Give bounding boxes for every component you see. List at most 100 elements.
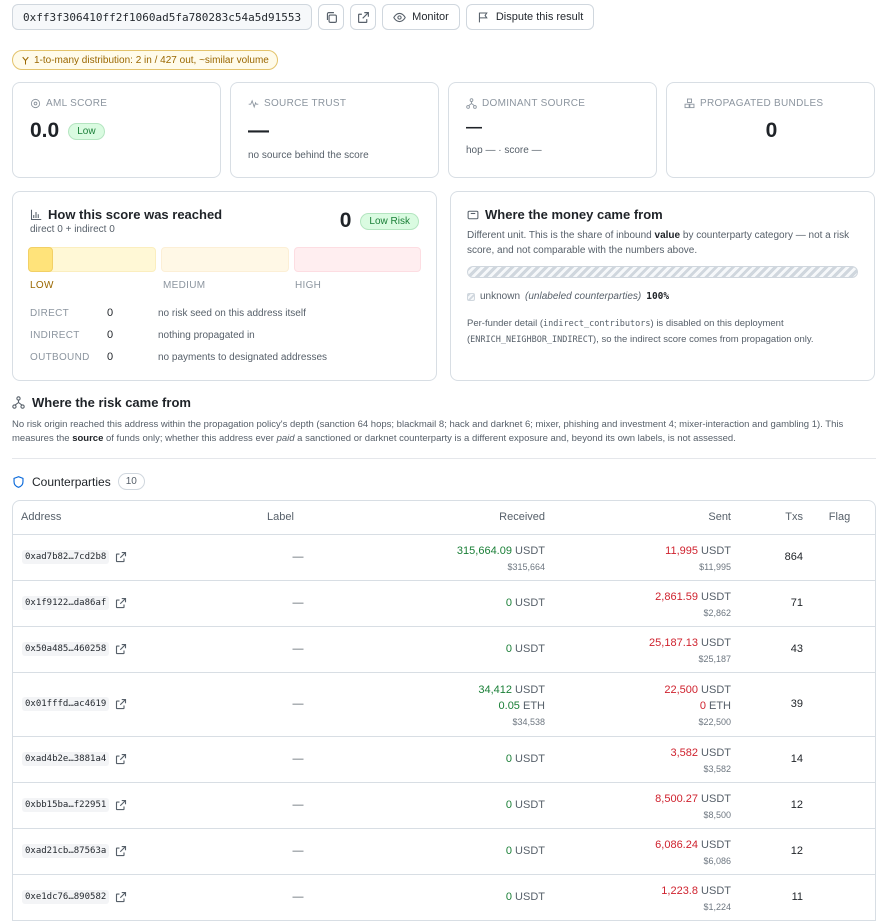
external-link-icon[interactable] <box>115 891 127 903</box>
counterparties-table: Address Label Received Sent Txs Flag 0xa… <box>12 500 876 921</box>
monitor-button[interactable]: Monitor <box>382 4 460 30</box>
counterparty-address[interactable]: 0xad4b2e…3881a4 <box>22 752 110 766</box>
dispute-button[interactable]: Dispute this result <box>465 4 595 30</box>
distribution-pattern-chip: 1-to-many distribution: 2 in / 427 out, … <box>12 50 278 70</box>
received-amount: 0 USDT <box>505 845 545 857</box>
table-row[interactable]: 0xad21cb…87563a — 0 USDT 6,086.24 USDT $6,08… <box>13 828 875 875</box>
sent-amount: 25,187.13 USDT <box>649 636 731 649</box>
shield-icon <box>13 475 24 488</box>
sent-amount: 8,500.27 USDT <box>655 792 731 805</box>
sent-amount: 3,582 USDT <box>670 746 731 759</box>
received-cell: 315,664.09 USDT $315,664 <box>423 534 545 581</box>
table-row[interactable]: 0x01fffd…ac4619 — 34,412 USDT 0.05 ETH $34,5… <box>13 672 875 737</box>
sent-amount: 11,995 USDT <box>665 544 731 557</box>
sent-cell: 11,995 USDT $11,995 <box>545 534 731 581</box>
counterparty-address[interactable]: 0xbb15ba…f22951 <box>22 798 110 812</box>
counterparty-address[interactable]: 0x1f9122…da86af <box>22 596 110 610</box>
indirect-label: INDIRECT <box>30 330 80 341</box>
unknown-swatch <box>467 292 475 301</box>
col-sent[interactable]: Sent <box>545 501 731 535</box>
section-divider <box>12 458 876 459</box>
col-flag[interactable]: Flag <box>804 501 875 535</box>
received-cell: 0 USDT <box>423 782 545 829</box>
address-cell: 0xe1dc76…890582 <box>13 874 173 921</box>
col-address[interactable]: Address <box>13 501 173 535</box>
label-cell: — <box>173 736 423 783</box>
received-amount: 315,664.09 USDT <box>456 544 545 557</box>
sent-cell: 2,861.59 USDT $2,862 <box>545 580 731 627</box>
external-link-icon[interactable] <box>115 799 127 811</box>
external-link-icon[interactable] <box>115 845 127 857</box>
sent-amount: 0 ETH <box>699 699 731 712</box>
indirect-desc: nothing propagated in <box>158 330 255 341</box>
external-link-icon <box>357 11 369 23</box>
table-header: Address Label Received Sent Txs Flag <box>13 501 875 535</box>
received-usd: $34,538 <box>512 716 545 727</box>
received-amount: 0.05 ETH <box>498 699 545 712</box>
table-row[interactable]: 0xe1dc76…890582 — 0 USDT 1,223.8 USDT $1,224… <box>13 874 875 921</box>
label-cell: — <box>173 874 423 921</box>
table-row[interactable]: 0xad7b82…7cd2b8—315,664.09 USDT $315,664 1… <box>13 534 875 581</box>
outbound-desc: no payments to designated addresses <box>158 352 327 363</box>
boxes-icon <box>684 98 695 109</box>
label-cell: — <box>173 626 423 673</box>
counterparty-address[interactable]: 0xad21cb…87563a <box>22 844 110 858</box>
counterparty-address[interactable]: 0xe1dc76…890582 <box>22 890 110 904</box>
top-toolbar: 0xff3f306410ff2f1060ad5fa780283c54a5d915… <box>12 4 595 30</box>
received-cell: 0 USDT <box>423 580 545 627</box>
sent-amount: 1,223.8 USDT <box>661 884 731 897</box>
sent-cell: 3,582 USDT $3,582 <box>545 736 731 783</box>
label-cell: — <box>173 534 423 581</box>
received-usd: $315,664 <box>507 561 545 572</box>
col-txs[interactable]: Txs <box>731 501 804 535</box>
indirect-value: 0 <box>107 329 114 341</box>
col-label[interactable]: Label <box>173 501 423 535</box>
sent-usd: $22,500 <box>698 716 731 727</box>
flag-cell <box>804 672 875 737</box>
table-row[interactable]: 0x1f9122…da86af — 0 USDT 2,861.59 USDT $2,86… <box>13 580 875 627</box>
received-cell: 0 USDT <box>423 828 545 875</box>
money-panel-title: Where the money came from <box>467 207 663 222</box>
flag-cell <box>804 874 875 921</box>
flag-cell <box>804 580 875 627</box>
txs-cell: 71 <box>731 580 804 627</box>
propagated-bundles-label: PROPAGATED BUNDLES <box>684 98 823 109</box>
counterparty-address[interactable]: 0x50a485…460258 <box>22 642 110 656</box>
table-row[interactable]: 0xad4b2e…3881a4 — 0 USDT 3,582 USDT $3,582 14 <box>13 736 875 783</box>
flag-cell <box>804 782 875 829</box>
counterparty-address[interactable]: 0x01fffd…ac4619 <box>22 697 110 711</box>
copy-address-button[interactable] <box>318 4 345 30</box>
external-link-icon[interactable] <box>115 597 127 609</box>
flag-icon <box>478 12 488 22</box>
dominant-source-value: — <box>466 119 482 136</box>
scale-label-medium: MEDIUM <box>163 280 206 291</box>
external-link-icon[interactable] <box>115 551 127 563</box>
address-cell: 0x01fffd…ac4619 <box>13 672 173 737</box>
counterparty-address[interactable]: 0xad7b82…7cd2b8 <box>22 550 110 564</box>
sent-usd: $2,862 <box>703 607 731 618</box>
open-explorer-button[interactable] <box>350 4 377 30</box>
bar-chart-icon <box>30 209 42 220</box>
scale-segment-medium <box>161 247 289 272</box>
flag-cell <box>804 828 875 875</box>
table-row[interactable]: 0xbb15ba…f22951 — 0 USDT 8,500.27 USDT $8,50… <box>13 782 875 829</box>
external-link-icon[interactable] <box>115 698 127 710</box>
received-cell: 34,412 USDT 0.05 ETH $34,538 <box>423 672 545 737</box>
received-cell: 0 USDT <box>423 736 545 783</box>
sent-usd: $6,086 <box>703 855 731 866</box>
col-received[interactable]: Received <box>423 501 545 535</box>
source-trust-card: SOURCE TRUST — no source behind the scor… <box>230 82 439 178</box>
external-link-icon[interactable] <box>115 643 127 655</box>
external-link-icon[interactable] <box>115 753 127 765</box>
sent-usd: $11,995 <box>699 561 731 572</box>
table-row[interactable]: 0x50a485…460258 — 0 USDT 25,187.13 USDT $25,… <box>13 626 875 673</box>
score-breakdown-panel: How this score was reached direct 0 + in… <box>12 191 437 381</box>
fork-icon <box>22 56 29 64</box>
money-legend: unknown (unlabeled counterparties) 100% <box>467 291 669 302</box>
copy-icon <box>326 11 337 23</box>
address-cell: 0x1f9122…da86af <box>13 580 173 627</box>
dispute-label: Dispute this result <box>495 11 584 23</box>
scale-label-high: HIGH <box>295 280 322 291</box>
address-cell: 0xad7b82…7cd2b8 <box>13 534 173 581</box>
activity-icon <box>248 99 259 109</box>
